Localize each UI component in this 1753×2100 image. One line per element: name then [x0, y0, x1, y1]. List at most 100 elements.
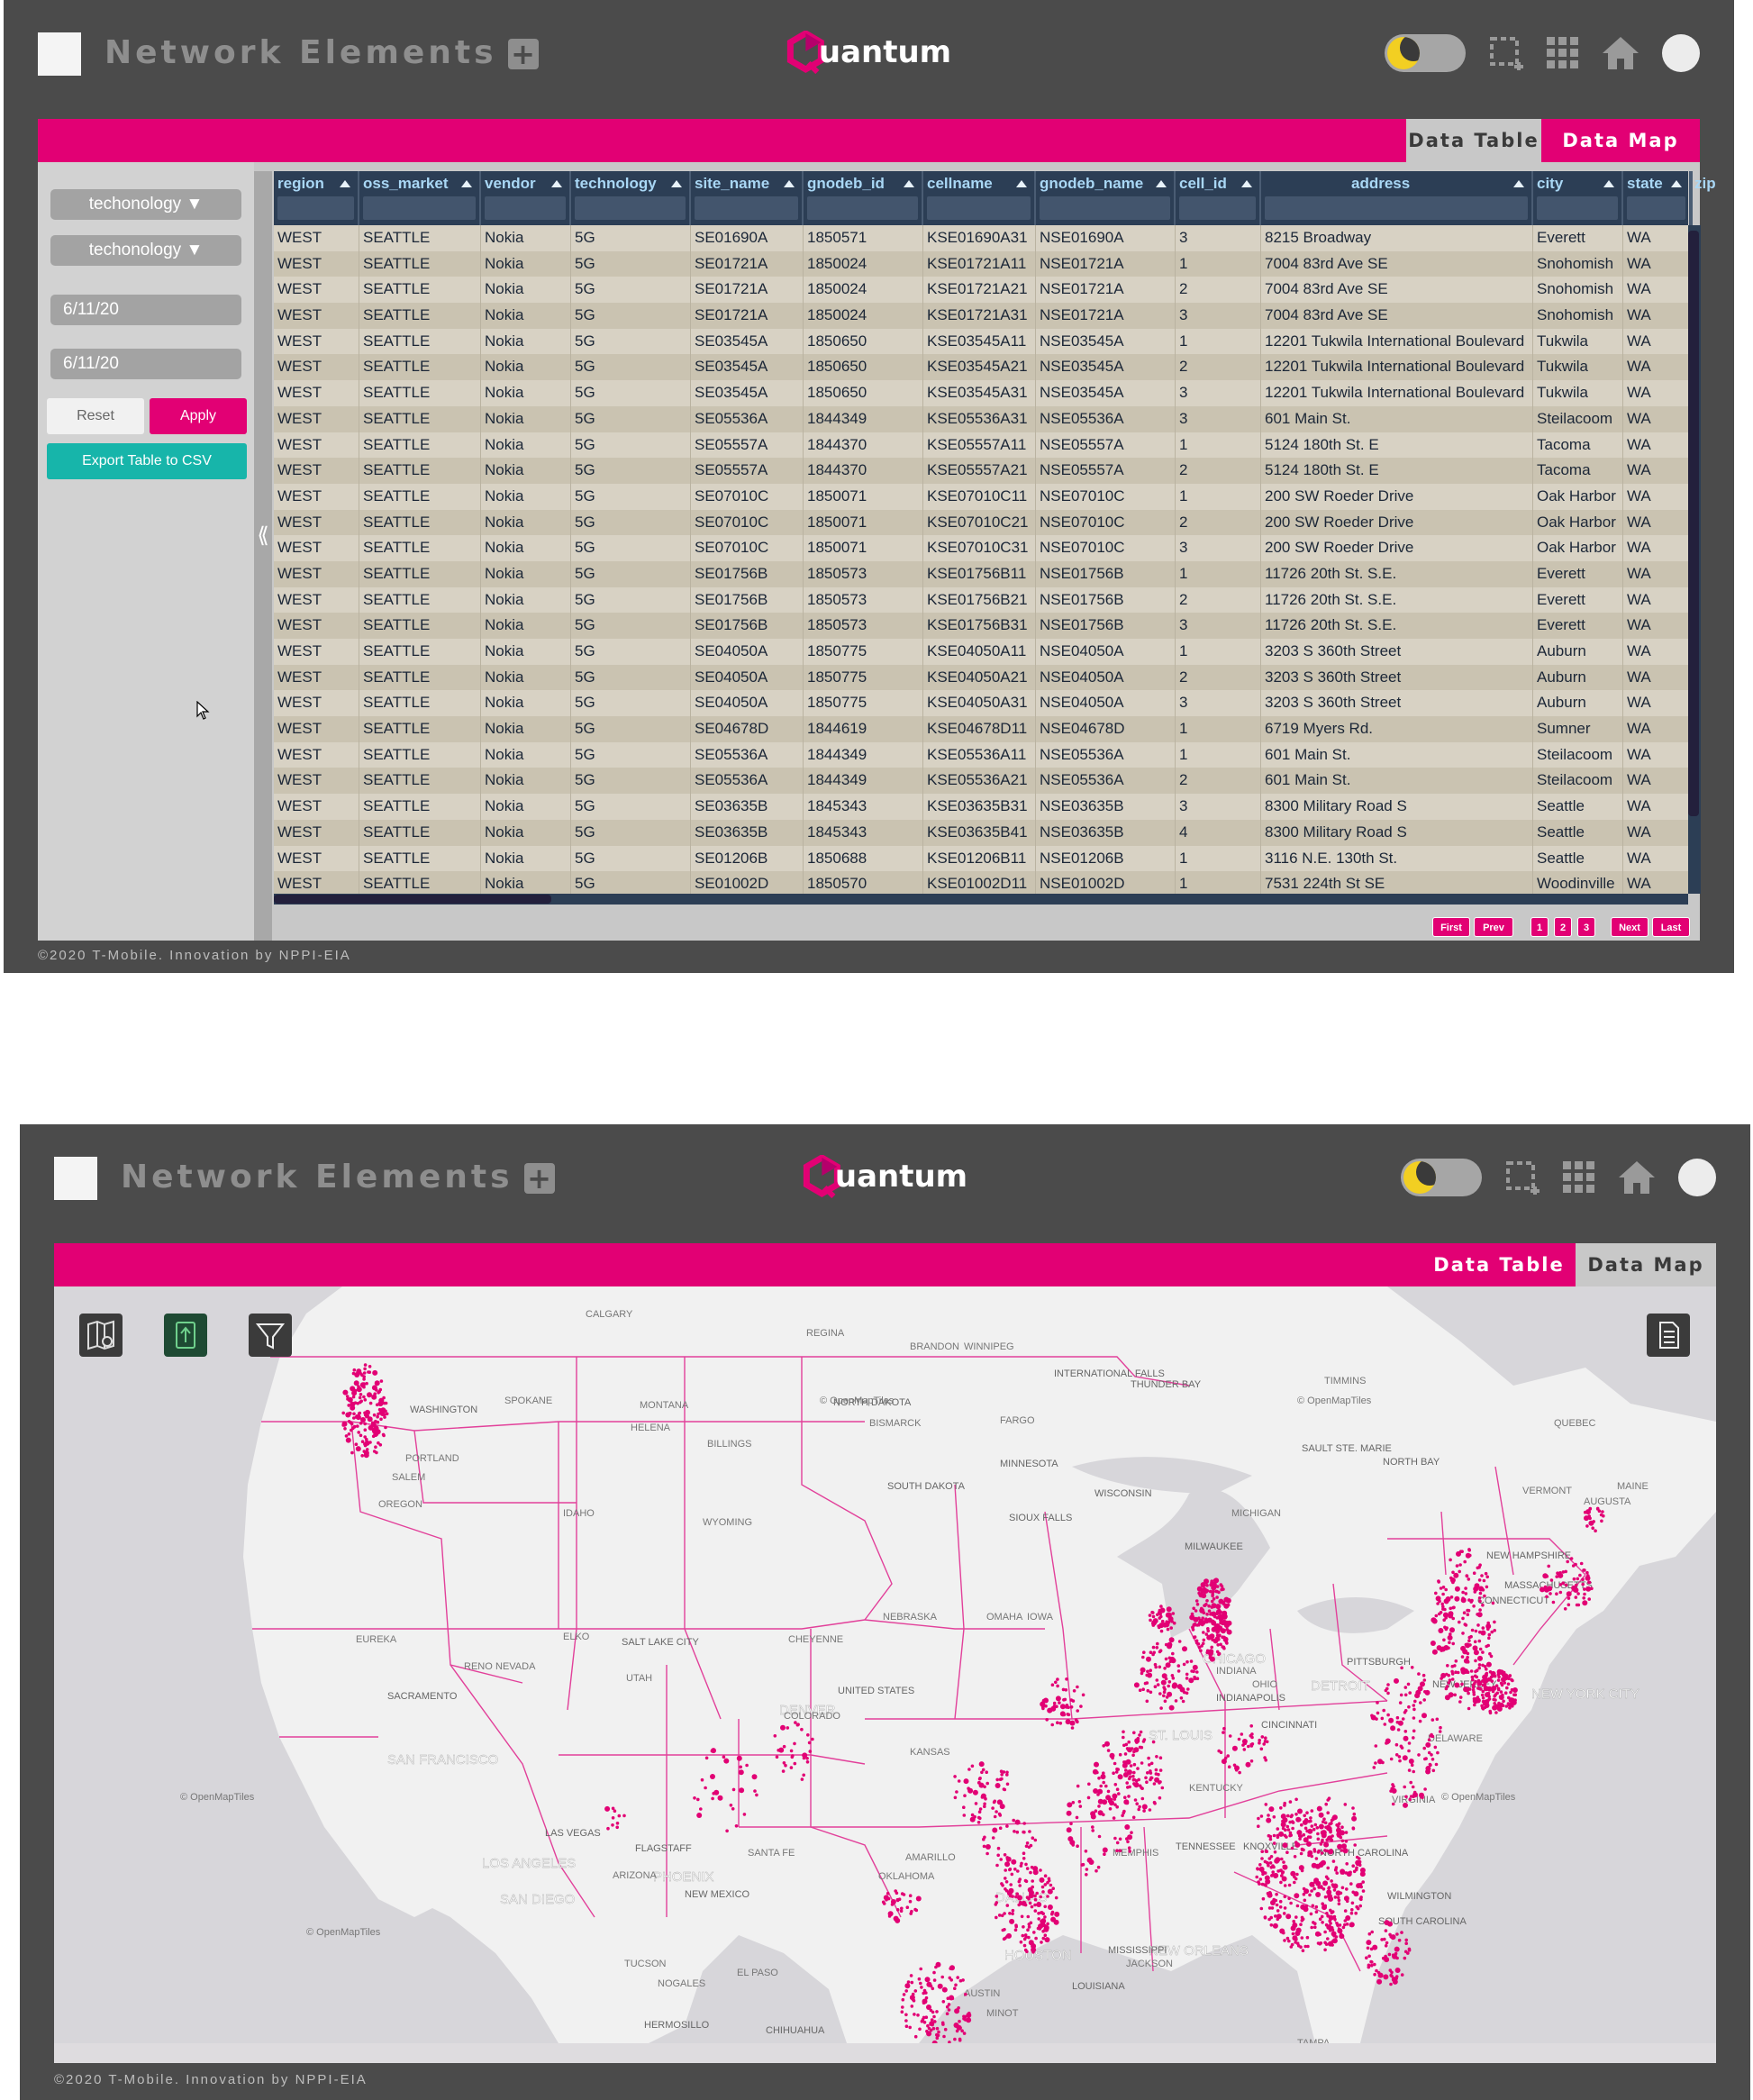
site-marker[interactable]: [1419, 1701, 1422, 1705]
site-marker[interactable]: [789, 1749, 794, 1753]
site-marker[interactable]: [357, 1415, 361, 1420]
site-marker[interactable]: [1433, 1745, 1438, 1750]
site-marker[interactable]: [341, 1411, 346, 1415]
site-marker[interactable]: [1019, 1940, 1023, 1944]
site-marker[interactable]: [1011, 1912, 1014, 1916]
site-marker[interactable]: [1421, 1713, 1427, 1719]
site-marker[interactable]: [1376, 1711, 1380, 1715]
site-marker[interactable]: [1408, 1797, 1412, 1802]
site-marker[interactable]: [974, 1802, 978, 1805]
site-marker[interactable]: [1461, 1616, 1465, 1621]
site-marker[interactable]: [1054, 1895, 1058, 1900]
site-marker[interactable]: [1043, 1915, 1047, 1919]
site-marker[interactable]: [1015, 1830, 1020, 1834]
site-marker[interactable]: [1358, 1904, 1362, 1908]
site-marker[interactable]: [1075, 1815, 1079, 1820]
site-marker[interactable]: [1578, 1573, 1582, 1577]
site-marker[interactable]: [882, 1902, 886, 1905]
site-marker[interactable]: [1259, 1906, 1264, 1911]
site-marker[interactable]: [1355, 1866, 1358, 1870]
site-marker[interactable]: [1118, 1837, 1122, 1841]
site-marker[interactable]: [962, 1814, 967, 1817]
site-marker[interactable]: [910, 1909, 913, 1914]
site-marker[interactable]: [341, 1421, 348, 1427]
site-marker[interactable]: [1369, 1963, 1374, 1968]
site-marker[interactable]: [1124, 1768, 1128, 1772]
site-marker[interactable]: [1146, 1669, 1149, 1674]
site-marker[interactable]: [1043, 1933, 1048, 1937]
site-marker[interactable]: [996, 1846, 1001, 1850]
table-row[interactable]: WEST SEATTLE Nokia 5G SE04050A 1850775 KSE0405…: [274, 690, 1688, 717]
site-marker[interactable]: [1166, 1627, 1170, 1632]
site-marker[interactable]: [1314, 1910, 1319, 1914]
site-marker[interactable]: [1185, 1659, 1189, 1664]
site-marker[interactable]: [1472, 1571, 1476, 1575]
site-marker[interactable]: [1036, 1902, 1042, 1907]
site-marker[interactable]: [1320, 1861, 1323, 1865]
table-row[interactable]: WEST SEATTLE Nokia 5G SE03635B 1845343 KSE0363…: [274, 794, 1688, 820]
site-marker[interactable]: [1153, 1662, 1158, 1667]
site-marker[interactable]: [1320, 1851, 1324, 1855]
site-marker[interactable]: [926, 2005, 931, 2010]
site-marker[interactable]: [1050, 1912, 1054, 1916]
site-marker[interactable]: [1163, 1699, 1167, 1704]
site-marker[interactable]: [943, 2027, 948, 2032]
site-marker[interactable]: [982, 1844, 986, 1849]
site-marker[interactable]: [359, 1393, 363, 1396]
site-marker[interactable]: [1211, 1581, 1217, 1587]
site-marker[interactable]: [1324, 1802, 1328, 1806]
site-marker[interactable]: [1440, 1677, 1443, 1680]
column-filter-input[interactable]: [807, 196, 918, 220]
site-marker[interactable]: [1223, 1603, 1230, 1609]
sort-arrow-icon[interactable]: [1513, 180, 1524, 187]
pager-page-3[interactable]: 3: [1577, 917, 1595, 937]
site-marker[interactable]: [1563, 1607, 1567, 1611]
site-marker[interactable]: [1222, 1726, 1226, 1731]
site-marker[interactable]: [1323, 1849, 1327, 1852]
site-marker[interactable]: [1037, 1917, 1040, 1921]
site-marker[interactable]: [722, 1755, 726, 1759]
site-marker[interactable]: [1491, 1686, 1497, 1691]
site-marker[interactable]: [775, 1755, 779, 1759]
site-marker[interactable]: [947, 2008, 951, 2012]
site-marker[interactable]: [1158, 1650, 1162, 1654]
site-marker[interactable]: [1211, 1590, 1215, 1594]
site-marker[interactable]: [383, 1401, 386, 1405]
site-marker[interactable]: [1143, 1681, 1148, 1686]
network-map[interactable]: SAN FRANCISCO LOS ANGELES SAN DIEGO PHOENIX…: [54, 1286, 1716, 2043]
site-marker[interactable]: [1474, 1629, 1478, 1633]
site-marker[interactable]: [998, 1826, 1003, 1830]
site-marker[interactable]: [1030, 1905, 1034, 1909]
site-marker[interactable]: [1309, 1819, 1312, 1823]
site-marker[interactable]: [1451, 1570, 1455, 1575]
site-marker[interactable]: [1283, 1884, 1287, 1887]
site-marker[interactable]: [1213, 1578, 1217, 1583]
site-marker[interactable]: [1576, 1603, 1581, 1607]
site-marker[interactable]: [1020, 1861, 1023, 1866]
site-marker[interactable]: [1385, 1686, 1389, 1691]
site-marker[interactable]: [1337, 1898, 1341, 1903]
site-marker[interactable]: [1474, 1659, 1477, 1663]
site-marker[interactable]: [1566, 1559, 1569, 1564]
site-marker[interactable]: [1056, 1677, 1059, 1681]
site-marker[interactable]: [1025, 1895, 1030, 1899]
table-row[interactable]: WEST SEATTLE Nokia 5G SE01756B 1850573 KSE0175…: [274, 560, 1688, 587]
site-marker[interactable]: [1285, 1936, 1290, 1941]
site-marker[interactable]: [1102, 1847, 1108, 1853]
sort-arrow-icon[interactable]: [1603, 180, 1614, 187]
site-marker[interactable]: [919, 1967, 922, 1971]
site-marker[interactable]: [704, 1786, 707, 1790]
site-marker[interactable]: [1551, 1600, 1556, 1605]
site-marker[interactable]: [1388, 1717, 1394, 1723]
site-marker[interactable]: [1391, 1783, 1394, 1786]
site-marker[interactable]: [1489, 1654, 1494, 1659]
site-marker[interactable]: [1302, 1819, 1308, 1825]
site-marker[interactable]: [1046, 1922, 1049, 1926]
site-marker[interactable]: [1350, 1901, 1355, 1905]
table-row[interactable]: WEST SEATTLE Nokia 5G SE04050A 1850775 KSE0405…: [274, 639, 1688, 665]
site-marker[interactable]: [1571, 1564, 1576, 1568]
site-marker[interactable]: [1480, 1574, 1484, 1577]
site-marker[interactable]: [1067, 1705, 1070, 1709]
site-marker[interactable]: [1323, 1941, 1327, 1945]
site-marker[interactable]: [999, 1858, 1003, 1861]
